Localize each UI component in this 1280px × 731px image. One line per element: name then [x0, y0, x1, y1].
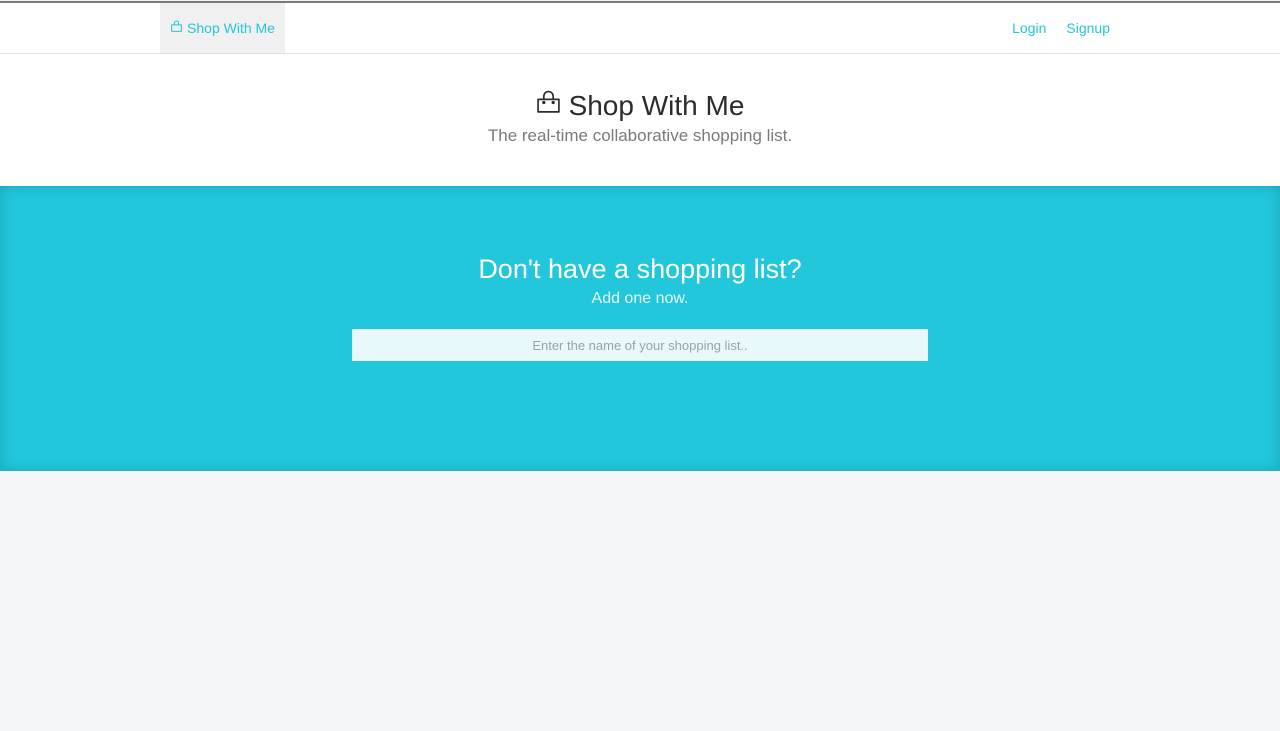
create-list-section: Don't have a shopping list? Add one now. [0, 186, 1280, 471]
login-link[interactable]: Login [1012, 20, 1046, 36]
shopping-bag-icon [536, 90, 561, 122]
create-list-subheading: Add one now. [591, 290, 689, 307]
brand-label: Shop With Me [187, 20, 275, 36]
page-title-text: Shop With Me [568, 90, 745, 121]
navbar: Shop With Me Login Signup [0, 3, 1280, 54]
nav-actions: Login Signup [1012, 3, 1110, 53]
hero-section: Shop With Me The real-time collaborative… [0, 54, 1280, 186]
page-title: Shop With Me [0, 90, 1280, 122]
shopping-bag-icon [170, 20, 183, 36]
shopping-list-name-input[interactable] [352, 329, 928, 361]
brand-link[interactable]: Shop With Me [160, 3, 285, 53]
create-list-heading: Don't have a shopping list? [478, 254, 802, 284]
page-subtitle: The real-time collaborative shopping lis… [487, 126, 793, 145]
signup-link[interactable]: Signup [1066, 20, 1110, 36]
